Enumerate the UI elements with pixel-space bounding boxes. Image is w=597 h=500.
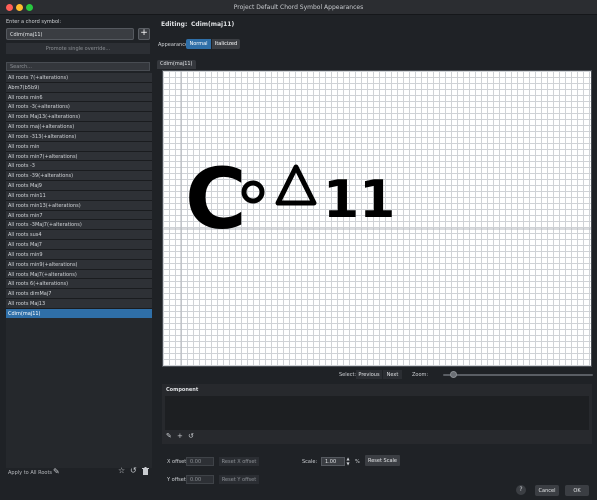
- x-offset-label: X offset:: [167, 459, 188, 465]
- extension-glyph[interactable]: 11: [323, 170, 395, 230]
- list-item[interactable]: All roots min6: [6, 92, 152, 103]
- list-item[interactable]: All roots Maj13: [6, 299, 152, 309]
- list-item[interactable]: All roots min7(+alterations): [6, 151, 152, 162]
- list-item[interactable]: All roots min7: [6, 210, 152, 221]
- promote-override-button[interactable]: Promote single override...: [6, 43, 150, 54]
- edit-component-icon[interactable]: ✎: [166, 433, 172, 440]
- x-offset-field[interactable]: 0.00: [186, 457, 214, 466]
- star-icon[interactable]: ☆: [118, 467, 125, 475]
- component-panel: Component ✎ + ↺: [162, 384, 592, 444]
- list-item[interactable]: All roots 7(+alterations): [6, 73, 152, 83]
- scale-field[interactable]: 1.00: [321, 457, 345, 466]
- window-title: Project Default Chord Symbol Appearances: [233, 4, 364, 11]
- list-item[interactable]: All roots min9: [6, 249, 152, 260]
- pencil-icon[interactable]: ✎: [53, 468, 60, 476]
- tab-normal[interactable]: Normal: [186, 39, 211, 49]
- tab-italicized[interactable]: Italicized: [212, 39, 240, 49]
- list-item[interactable]: All roots maj(+alterations): [6, 122, 152, 132]
- zoom-slider-handle[interactable]: [450, 371, 457, 378]
- list-item[interactable]: All roots min13(+alterations): [6, 200, 152, 211]
- editing-label: Editing:: [161, 21, 188, 28]
- root-glyph[interactable]: C: [185, 150, 247, 248]
- reset-component-icon[interactable]: ↺: [188, 433, 194, 440]
- component-title: Component: [166, 387, 199, 393]
- canvas-tab[interactable]: Cdim(maj11): [157, 60, 196, 69]
- apply-all-roots-label: Apply to All Roots: [8, 470, 53, 476]
- search-input[interactable]: Search...: [6, 62, 150, 71]
- editing-value: Cdim(maj11): [191, 21, 235, 28]
- list-item[interactable]: All roots -313(+alterations): [6, 131, 152, 142]
- list-item[interactable]: All roots 6(+alterations): [6, 279, 152, 290]
- list-item[interactable]: All roots min11: [6, 190, 152, 201]
- list-item[interactable]: Abm7(b5b9): [6, 82, 152, 93]
- zoom-slider-track[interactable]: [443, 374, 593, 376]
- y-offset-label: Y offset:: [167, 477, 188, 483]
- select-label: Select:: [339, 372, 357, 378]
- zoom-label: Zoom:: [412, 372, 429, 378]
- list-item[interactable]: All roots -3Maj7(+alterations): [6, 220, 152, 231]
- cancel-button[interactable]: Cancel: [535, 485, 559, 496]
- help-button[interactable]: ?: [516, 485, 526, 495]
- scale-unit: %: [355, 459, 360, 465]
- reset-x-offset-button[interactable]: Reset X offset: [219, 457, 259, 466]
- trash-icon[interactable]: [142, 467, 149, 477]
- list-item[interactable]: All roots -3: [6, 161, 152, 172]
- list-item[interactable]: All roots min9(+alterations): [6, 259, 152, 270]
- left-panel: Enter a chord symbol: Cdim(maj11) + Prom…: [0, 15, 155, 500]
- component-list[interactable]: [165, 396, 589, 430]
- list-item[interactable]: All roots Maj9: [6, 181, 152, 191]
- scale-label: Scale:: [302, 459, 318, 465]
- reset-y-offset-button[interactable]: Reset Y offset: [219, 475, 259, 484]
- chord-symbol-input[interactable]: Cdim(maj11): [6, 28, 134, 40]
- add-chord-button[interactable]: +: [138, 28, 150, 40]
- reset-icon[interactable]: ↺: [130, 467, 137, 475]
- list-item[interactable]: All roots Maj7(+alterations): [6, 269, 152, 280]
- chord-prompt-label: Enter a chord symbol:: [6, 19, 62, 25]
- list-item[interactable]: All roots -39(+alterations): [6, 171, 152, 182]
- add-component-icon[interactable]: +: [177, 433, 183, 440]
- title-bar: Project Default Chord Symbol Appearances: [0, 0, 597, 15]
- maj-triangle-glyph[interactable]: [275, 164, 317, 206]
- list-item[interactable]: All roots dimMaj7: [6, 289, 152, 300]
- y-offset-field[interactable]: 0.00: [186, 475, 214, 484]
- next-button[interactable]: Next: [383, 370, 402, 379]
- right-panel: Editing: Cdim(maj11) Appearance: Normal …: [155, 15, 597, 500]
- chord-list-empty-area: [6, 318, 152, 468]
- list-item[interactable]: All roots min: [6, 141, 152, 152]
- list-item[interactable]: All roots Maj7: [6, 240, 152, 250]
- reset-scale-button[interactable]: Reset Scale: [365, 455, 400, 466]
- ok-button[interactable]: OK: [565, 485, 589, 496]
- scale-stepper[interactable]: ▲ ▼: [345, 456, 351, 467]
- previous-button[interactable]: Previous: [356, 370, 382, 379]
- list-item[interactable]: All roots Maj13(+alterations): [6, 112, 152, 123]
- dim-circle-glyph[interactable]: [241, 180, 265, 204]
- appearance-label: Appearance:: [158, 42, 190, 48]
- list-item[interactable]: All roots sus4: [6, 230, 152, 241]
- chord-list: All roots 7(+alterations) Abm7(b5b9) All r…: [6, 73, 152, 319]
- chord-glyph-drawing: C 11: [163, 71, 591, 366]
- chord-canvas[interactable]: C 11: [162, 70, 592, 367]
- list-item[interactable]: All roots -3(+alterations): [6, 102, 152, 113]
